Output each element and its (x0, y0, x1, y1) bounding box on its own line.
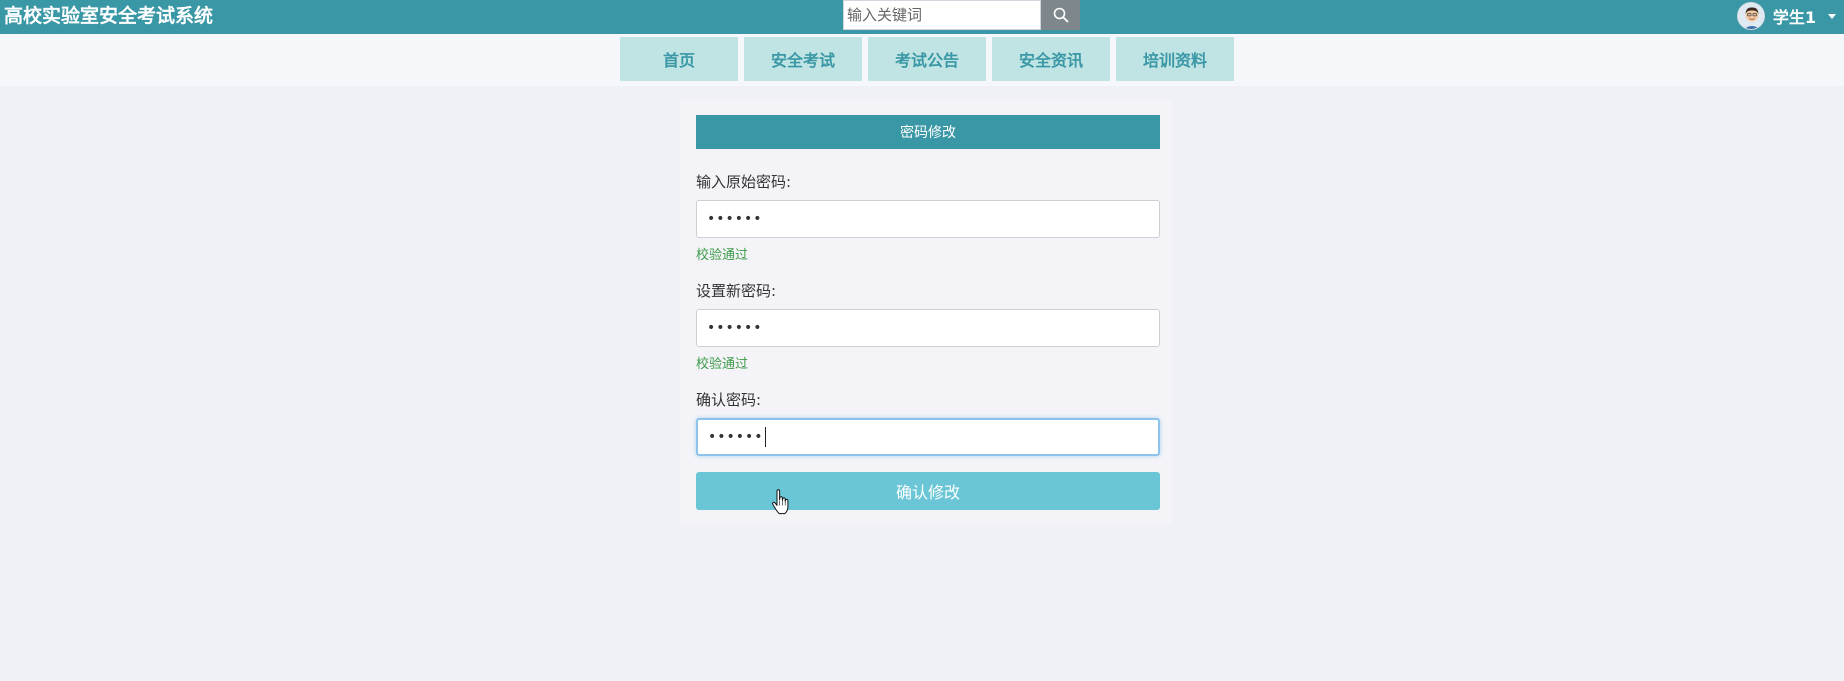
hand-cursor-icon (772, 489, 789, 515)
app-title: 高校实验室安全考试系统 (4, 5, 214, 27)
password-change-card: 密码修改 输入原始密码: •••••• 校验通过 设置新密码: •••••• 校… (680, 100, 1172, 525)
old-password-label: 输入原始密码: (696, 173, 792, 191)
confirm-password-value: •••••• (708, 429, 764, 445)
top-bar: 高校实验室安全考试系统 学生1 (0, 0, 1844, 34)
nav-item-safety-news[interactable]: 安全资讯 (992, 37, 1110, 81)
search-icon (1053, 7, 1068, 23)
nav-bar: 首页 安全考试 考试公告 安全资讯 培训资料 (0, 34, 1844, 86)
nav-item-home[interactable]: 首页 (620, 37, 738, 81)
new-password-input[interactable]: •••••• (696, 309, 1160, 347)
user-name: 学生1 (1772, 8, 1816, 27)
new-password-validation: 校验通过 (696, 357, 749, 372)
card-title: 密码修改 (696, 115, 1160, 149)
confirm-password-input[interactable]: •••••• (696, 418, 1160, 456)
confirm-change-button[interactable]: 确认修改 (696, 472, 1160, 510)
search-input[interactable] (843, 0, 1041, 30)
old-password-validation: 校验通过 (696, 248, 749, 263)
old-password-input[interactable]: •••••• (696, 200, 1160, 238)
search-box (843, 0, 1080, 30)
chevron-down-icon (1828, 13, 1836, 19)
main-nav: 首页 安全考试 考试公告 安全资讯 培训资料 (620, 37, 1234, 81)
new-password-value: •••••• (707, 320, 763, 336)
avatar-icon (1736, 2, 1765, 30)
old-password-value: •••••• (707, 211, 763, 227)
nav-item-training-materials[interactable]: 培训资料 (1116, 37, 1234, 81)
text-caret (764, 427, 766, 447)
nav-item-exam-notice[interactable]: 考试公告 (868, 37, 986, 81)
search-button[interactable] (1041, 0, 1080, 30)
nav-item-safety-exam[interactable]: 安全考试 (744, 37, 862, 81)
user-menu[interactable]: 学生1 (1736, 2, 1836, 30)
confirm-password-label: 确认密码: (696, 391, 762, 409)
new-password-label: 设置新密码: (696, 282, 777, 300)
